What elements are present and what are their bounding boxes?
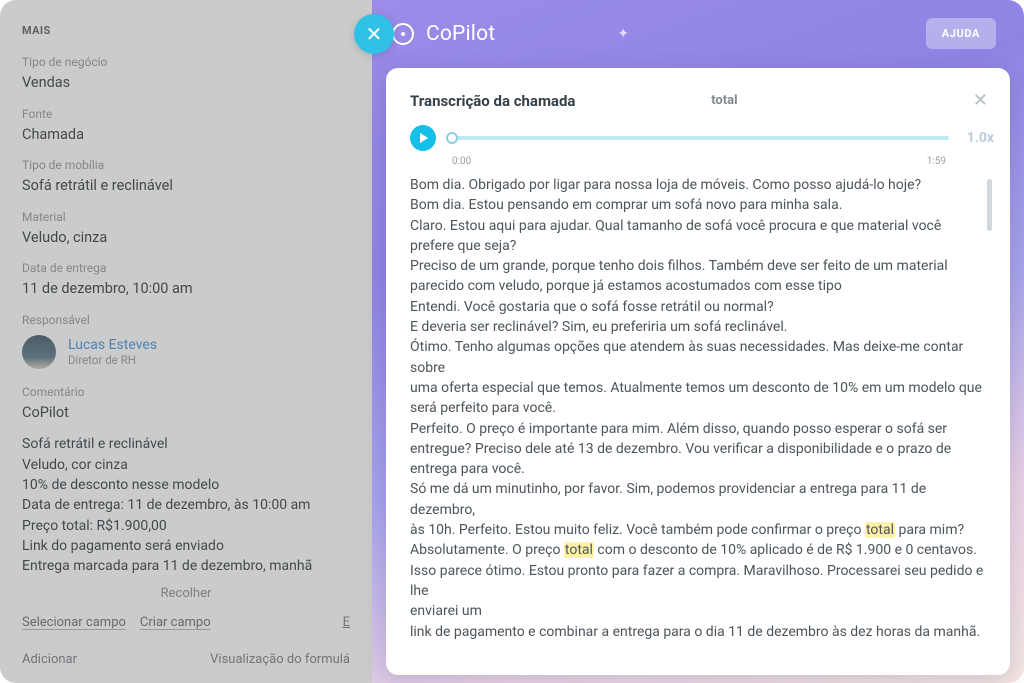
business-type-label: Tipo de negócio [22,55,350,69]
search-term[interactable]: total [711,93,737,108]
source-value: Chamada [22,125,350,145]
time-start: 0:00 [452,156,471,167]
copilot-header: CoPilot ✦ AJUDA [372,0,1024,61]
card-close-button[interactable]: ✕ [973,90,988,111]
card-title: Transcrição da chamada [410,92,575,110]
highlight: total [564,542,594,558]
delivery-date-value: 11 de dezembro, 10:00 am [22,279,350,299]
scrollbar-thumb[interactable] [987,179,992,231]
timestamps: 0:00 1:59 [410,153,994,175]
section-title: MAIS [22,24,350,37]
seek-track[interactable] [448,136,949,140]
responsible-person[interactable]: Lucas Esteves Diretor de RH [22,335,350,369]
playback-speed[interactable]: 1.0x [967,130,994,146]
select-field-link[interactable]: Selecionar campo [22,615,126,630]
transcript-area[interactable]: Bom dia. Obrigado por ligar para nossa l… [410,175,994,665]
source-label: Fonte [22,107,350,121]
avatar [22,335,56,369]
close-panel-button[interactable]: ✕ [354,14,394,54]
copilot-panel: CoPilot ✦ AJUDA Transcrição da chamada t… [372,0,1024,683]
furniture-type-label: Tipo de mobília [22,158,350,172]
comment-body: Sofá retrátil e reclinável Veludo, cor c… [22,434,350,576]
create-field-link[interactable]: Criar campo [140,615,211,630]
comment-author: CoPilot [22,403,350,423]
audio-player: 1.0x [410,125,994,151]
seek-thumb[interactable] [446,132,458,144]
close-icon: ✕ [973,90,988,111]
help-button[interactable]: AJUDA [926,18,996,49]
responsible-label: Responsável [22,313,350,327]
bottom-e[interactable]: E [343,615,350,630]
collapse-button[interactable]: Recolher [22,576,350,615]
comment-label: Comentário [22,385,350,399]
business-type-value: Vendas [22,73,350,93]
sparkle-icon: ✦ [617,26,629,42]
form-view-link[interactable]: Visualização do formulá [210,652,350,667]
transcript-text: Bom dia. Obrigado por ligar para nossa l… [410,175,984,648]
responsible-role: Diretor de RH [68,353,157,367]
play-button[interactable] [410,125,436,151]
close-icon: ✕ [366,24,383,44]
copilot-title: CoPilot [426,22,495,46]
furniture-type-value: Sofá retrátil e reclinável [22,176,350,196]
details-panel: MAIS Tipo de negócio Vendas Fonte Chamad… [0,0,372,683]
material-value: Veludo, cinza [22,228,350,248]
responsible-name: Lucas Esteves [68,337,157,353]
delivery-date-label: Data de entrega [22,261,350,275]
time-end: 1:59 [927,156,946,167]
material-label: Material [22,210,350,224]
transcript-card: Transcrição da chamada total ✕ 1.0x 0:00… [386,68,1010,675]
copilot-logo-icon [392,23,414,45]
highlight: total [865,522,895,538]
add-link[interactable]: Adicionar [22,652,77,667]
